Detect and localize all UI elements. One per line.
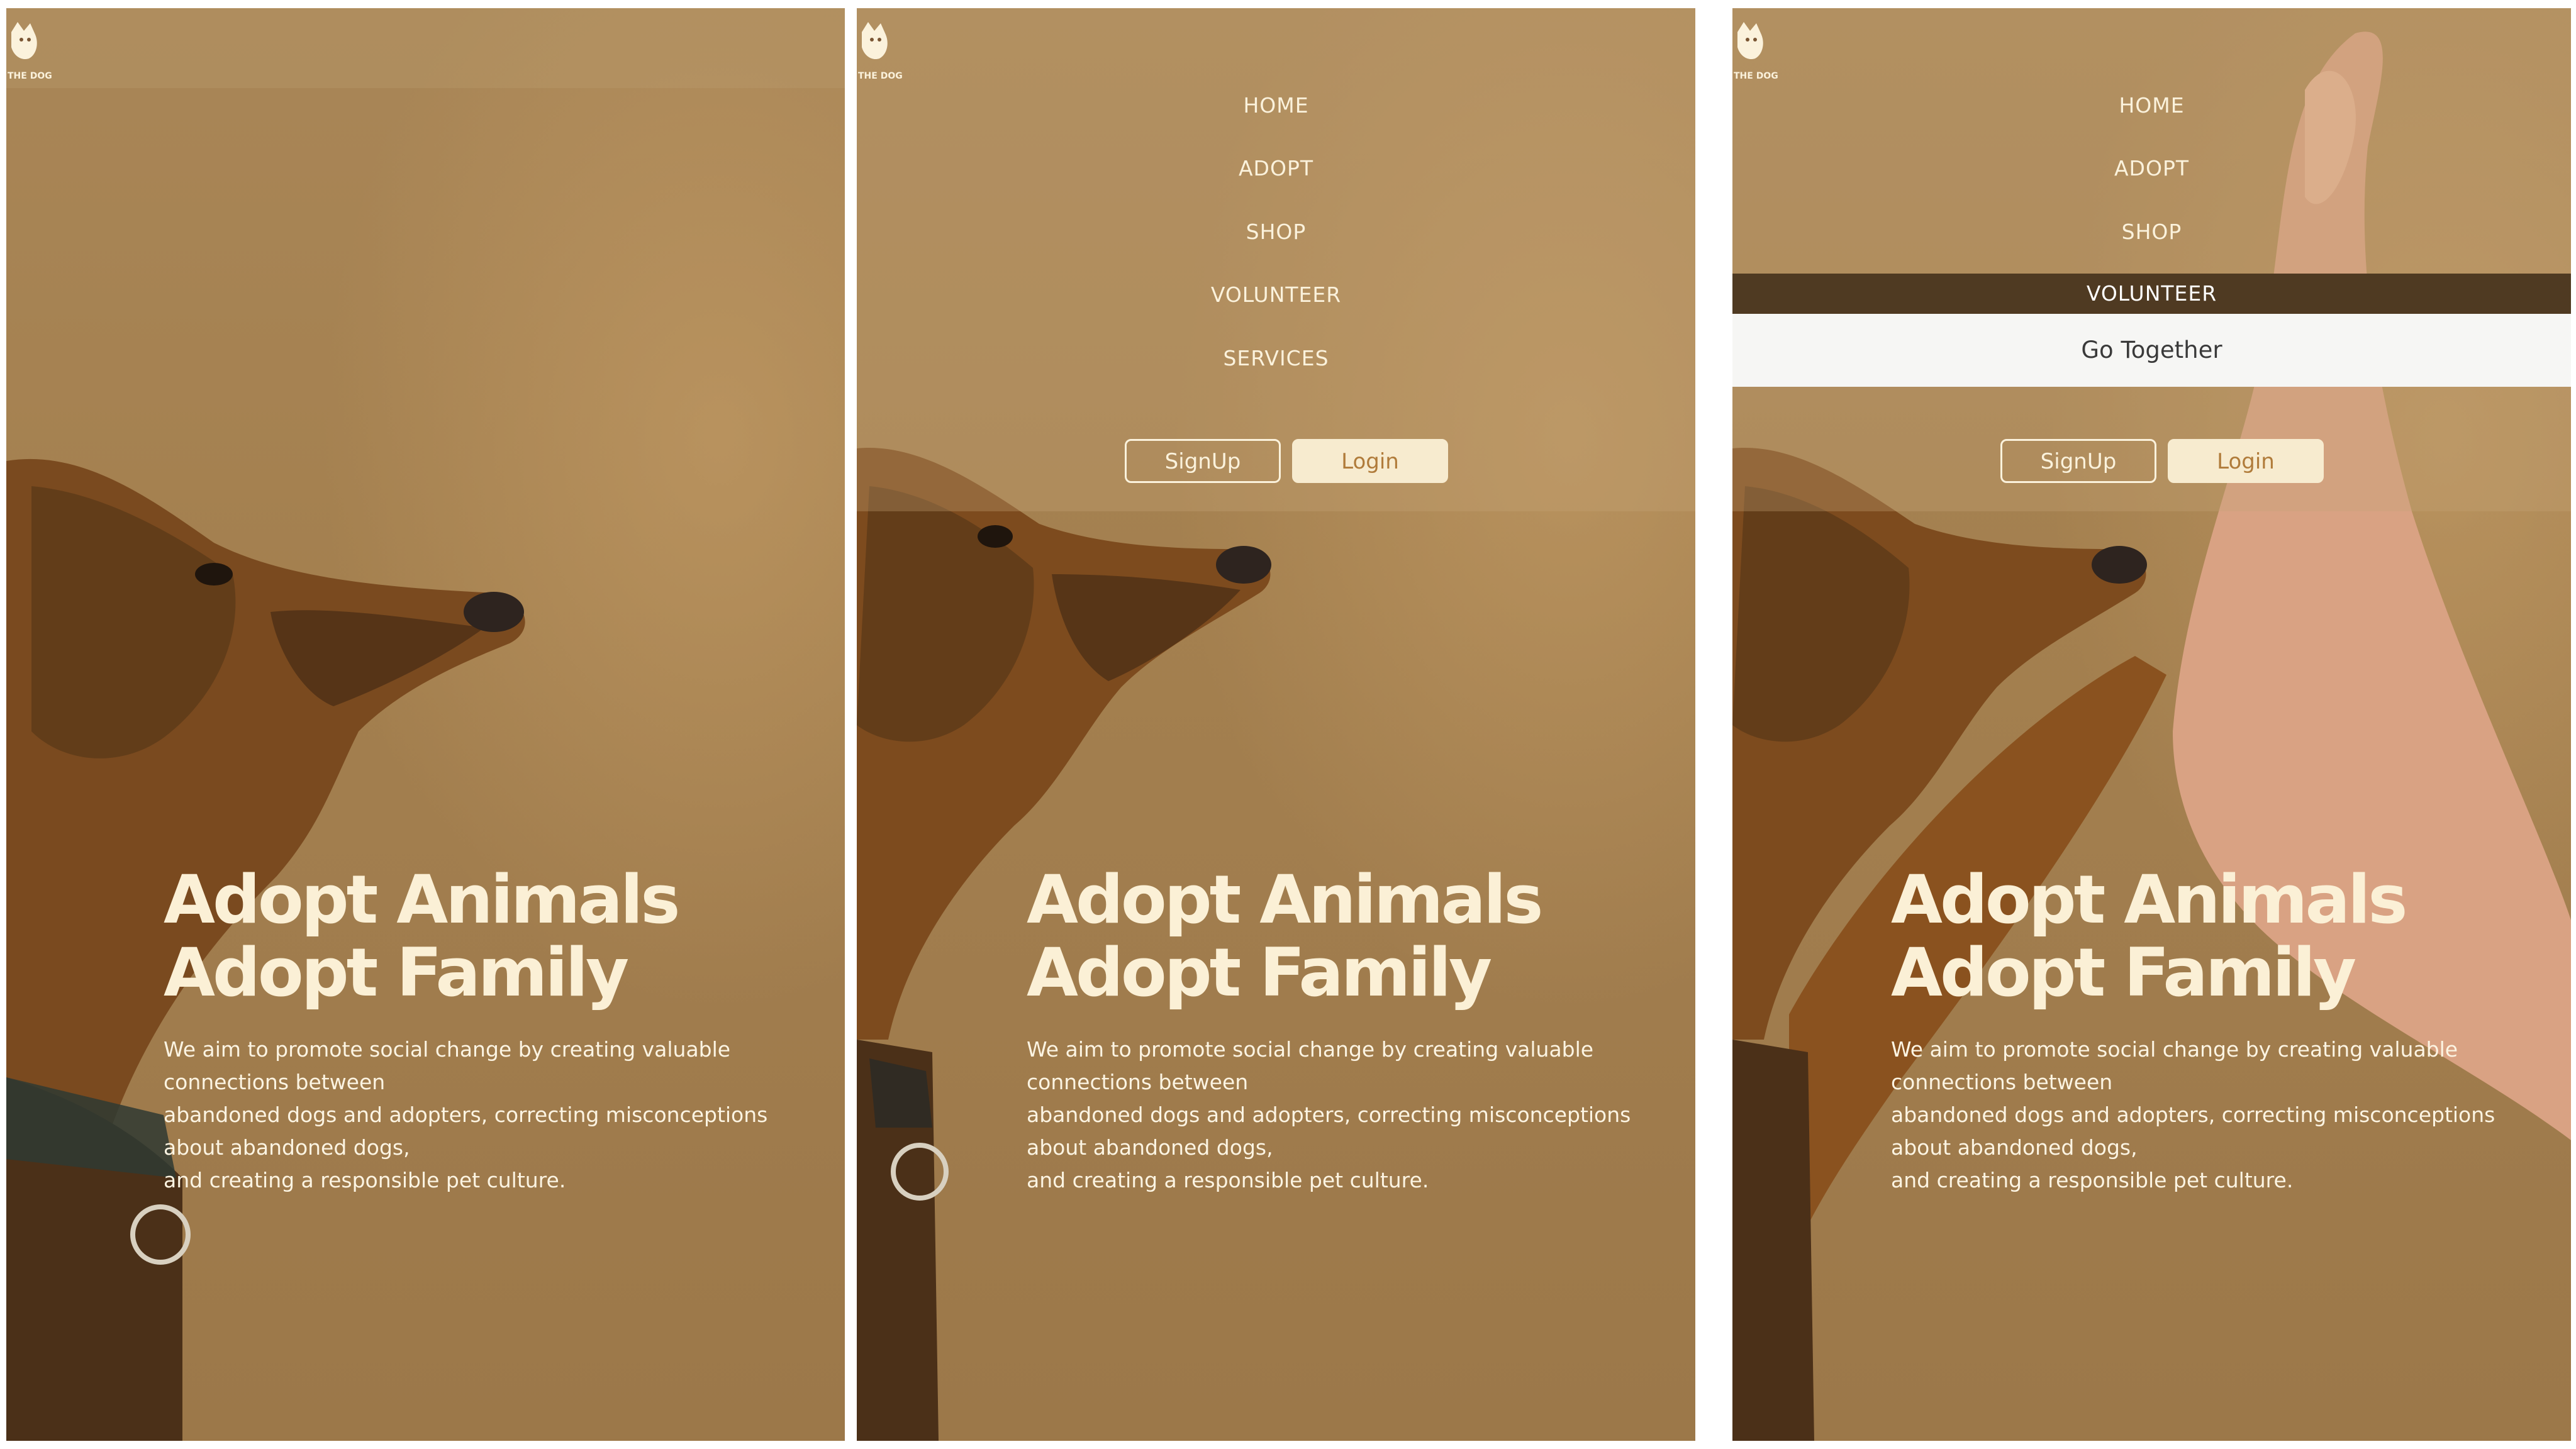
hero-title-line2: Adopt Family bbox=[164, 934, 629, 1011]
logo[interactable]: THE DOG bbox=[858, 18, 903, 87]
hero-title: Adopt Animals Adopt Family bbox=[1891, 863, 2558, 1009]
hero-title-line1: Adopt Animals bbox=[1891, 861, 2407, 938]
nav-overlay bbox=[1732, 8, 2571, 511]
nav-item-volunteer-active[interactable]: VOLUNTEER bbox=[1732, 274, 2571, 314]
hero-description-line: about abandoned dogs, bbox=[164, 1135, 410, 1160]
nav-item-home[interactable]: HOME bbox=[857, 93, 1695, 118]
hero-title-line1: Adopt Animals bbox=[1027, 861, 1543, 938]
signup-button[interactable]: SignUp bbox=[2000, 439, 2156, 483]
hero-description: We aim to promote social change by creat… bbox=[164, 1033, 830, 1197]
hero-title-line1: Adopt Animals bbox=[164, 861, 680, 938]
hero-section: Adopt Animals Adopt Family We aim to pro… bbox=[1891, 863, 2558, 1197]
nav-item-shop[interactable]: SHOP bbox=[857, 219, 1695, 244]
signup-button[interactable]: SignUp bbox=[1125, 439, 1281, 483]
hero-description-line: and creating a responsible pet culture. bbox=[1027, 1168, 1429, 1192]
hero-description-line: connections between bbox=[164, 1070, 386, 1094]
hero-title-line2: Adopt Family bbox=[1891, 934, 2356, 1011]
dog-hero-image bbox=[6, 458, 525, 1441]
logo[interactable]: THE DOG bbox=[1734, 18, 1778, 87]
logo-text: THE DOG bbox=[858, 71, 902, 81]
screen-menu-closed: THE DOG Adopt Animals Adopt Family We ai… bbox=[6, 8, 845, 1441]
hero-title-line2: Adopt Family bbox=[1027, 934, 1492, 1011]
nav-item-shop[interactable]: SHOP bbox=[1732, 219, 2571, 244]
hero-description-line: We aim to promote social change by creat… bbox=[1891, 1037, 2458, 1062]
hero-description-line: about abandoned dogs, bbox=[1891, 1135, 2138, 1160]
hero-description-line: We aim to promote social change by creat… bbox=[164, 1037, 731, 1062]
hero-description-line: connections between bbox=[1891, 1070, 2113, 1094]
submenu-item-go-together[interactable]: Go Together bbox=[1732, 314, 2571, 387]
hero-description: We aim to promote social change by creat… bbox=[1027, 1033, 1693, 1197]
nav-item-home[interactable]: HOME bbox=[1732, 93, 2571, 118]
header-bar bbox=[6, 8, 845, 88]
hero-title: Adopt Animals Adopt Family bbox=[1027, 863, 1693, 1009]
hero-section: Adopt Animals Adopt Family We aim to pro… bbox=[1027, 863, 1693, 1197]
logo[interactable]: THE DOG bbox=[8, 18, 52, 87]
hero-description-line: abandoned dogs and adopters, correcting … bbox=[164, 1102, 768, 1127]
nav-overlay bbox=[857, 8, 1695, 511]
hero-description-line: abandoned dogs and adopters, correcting … bbox=[1891, 1102, 2495, 1127]
hero-description: We aim to promote social change by creat… bbox=[1891, 1033, 2558, 1197]
screen-submenu-open: THE DOG HOME ADOPT SHOP VOLUNTEER Go Tog… bbox=[1732, 8, 2571, 1441]
hero-description-line: connections between bbox=[1027, 1070, 1249, 1094]
hero-description-line: We aim to promote social change by creat… bbox=[1027, 1037, 1594, 1062]
nav-item-volunteer[interactable]: VOLUNTEER bbox=[857, 282, 1695, 307]
login-button[interactable]: Login bbox=[1292, 439, 1448, 483]
hero-section: Adopt Animals Adopt Family We aim to pro… bbox=[164, 863, 830, 1197]
logo-text: THE DOG bbox=[8, 71, 52, 81]
hero-description-line: about abandoned dogs, bbox=[1027, 1135, 1273, 1160]
hero-description-line: abandoned dogs and adopters, correcting … bbox=[1027, 1102, 1631, 1127]
hero-description-line: and creating a responsible pet culture. bbox=[1891, 1168, 2294, 1192]
nav-item-services[interactable]: SERVICES bbox=[857, 346, 1695, 370]
hero-title: Adopt Animals Adopt Family bbox=[164, 863, 830, 1009]
nav-item-adopt[interactable]: ADOPT bbox=[1732, 156, 2571, 180]
logo-text: THE DOG bbox=[1734, 71, 1778, 81]
hero-description-line: and creating a responsible pet culture. bbox=[164, 1168, 566, 1192]
screen-menu-open: THE DOG HOME ADOPT SHOP VOLUNTEER SERVIC… bbox=[857, 8, 1695, 1441]
login-button[interactable]: Login bbox=[2168, 439, 2324, 483]
nav-item-adopt[interactable]: ADOPT bbox=[857, 156, 1695, 180]
